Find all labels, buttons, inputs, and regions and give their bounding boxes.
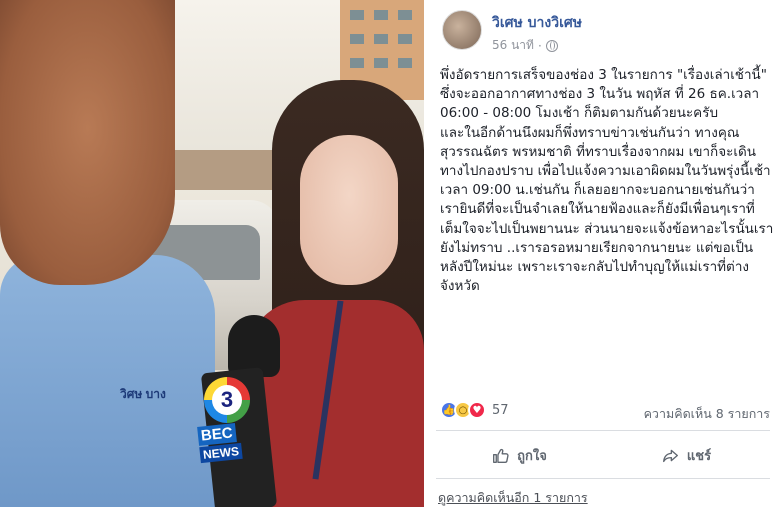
like-label: ถูกใจ <box>517 448 547 464</box>
author-name[interactable]: วิเศษ บางวิเศษ <box>492 12 582 34</box>
post-time[interactable]: 56 นาที <box>492 36 534 55</box>
like-button[interactable]: ถูกใจ <box>436 437 603 473</box>
mic-logo-brand: BEC <box>197 423 237 446</box>
divider <box>436 478 770 479</box>
photo-microphone: 3 BEC NEWS <box>197 315 280 507</box>
post-panel: วิเศษ บางวิเศษ 56 นาที · พึ่งอัดรายการเส… <box>424 0 782 507</box>
share-arrow-icon <box>662 449 678 462</box>
reactions-summary[interactable]: 👍 ○ ♥ 57 <box>440 401 509 419</box>
thumbs-up-icon <box>493 448 509 463</box>
photo-man-shirt <box>0 255 215 507</box>
divider <box>436 430 770 431</box>
post-body: พึ่งอัดรายการเสร็จของช่อง 3 ในรายการ "เร… <box>440 66 774 296</box>
post-photo[interactable]: วิศษ บาง 3 BEC NEWS <box>0 0 424 507</box>
view-more-comments-link[interactable]: ดูความคิดเห็นอีก 1 รายการ <box>438 488 588 507</box>
photo-woman-face <box>300 135 398 285</box>
love-reaction-icon: ♥ <box>468 401 486 419</box>
photo-shirt-text: วิศษ บาง <box>120 387 166 401</box>
meta-separator: · <box>537 38 542 53</box>
post-paragraph: และในอีกด้านนึงผมก็พึ่งทราบข่าวเช่นกันว่… <box>440 124 774 295</box>
reaction-count: 57 <box>492 402 509 418</box>
photo-man-head <box>0 0 175 285</box>
action-bar: ถูกใจ แชร์ <box>436 437 770 473</box>
share-button[interactable]: แชร์ <box>603 437 770 473</box>
comments-count[interactable]: ความคิดเห็น 8 รายการ <box>644 404 770 424</box>
post-meta: 56 นาที · <box>492 36 558 55</box>
post-paragraph: พึ่งอัดรายการเสร็จของช่อง 3 ในรายการ "เร… <box>440 67 767 122</box>
ch3-logo-icon: 3 <box>204 377 250 423</box>
author-avatar[interactable] <box>442 10 482 50</box>
globe-icon <box>545 39 558 52</box>
share-label: แชร์ <box>686 448 712 464</box>
